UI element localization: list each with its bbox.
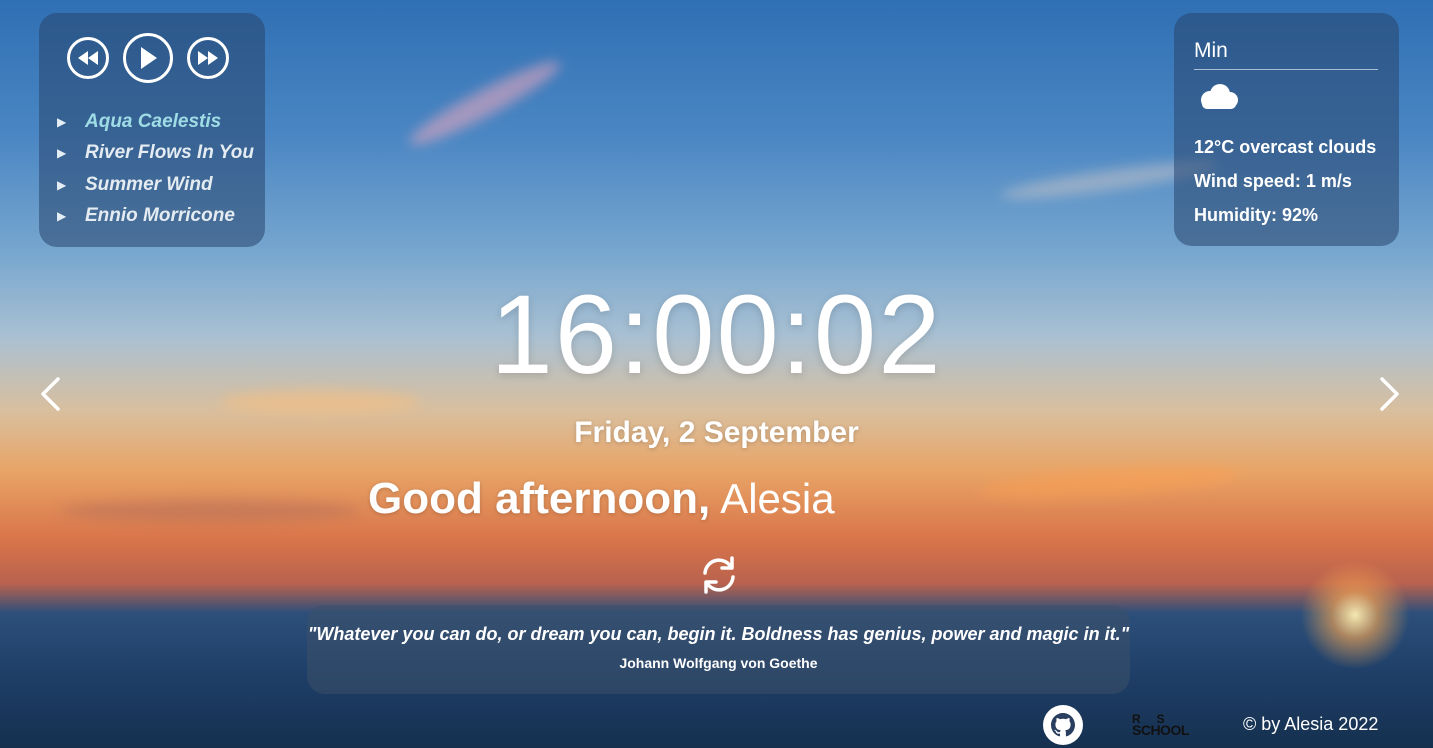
greeting-text: Good afternoon, — [368, 474, 711, 523]
weather-widget: Min 12°C overcast clouds Wind speed: 1 m… — [1174, 13, 1399, 246]
fast-forward-button[interactable] — [187, 37, 229, 79]
play-small-icon: ▶ — [57, 114, 67, 129]
cloud-streak — [60, 500, 360, 522]
copyright: © by Alesia 2022 — [1243, 714, 1379, 734]
quote-author: Johann Wolfgang von Goethe — [619, 655, 818, 671]
cloud-streak — [979, 460, 1241, 506]
play-icon — [141, 47, 157, 69]
weather-wind: Wind speed: 1 m/s — [1194, 171, 1352, 191]
play-small-icon: ▶ — [57, 177, 67, 192]
quote-text: "Whatever you can do, or dream you can, … — [307, 624, 1130, 644]
cloud-streak — [403, 51, 567, 155]
name-input[interactable] — [720, 475, 941, 523]
play-small-icon: ▶ — [57, 146, 67, 161]
clock-time: 16:00:02 — [490, 272, 943, 397]
rs-school-logo[interactable]: RS SCHOOL — [1130, 712, 1196, 740]
city-input[interactable]: Min — [1194, 39, 1378, 70]
quote-box: "Whatever you can do, or dream you can, … — [307, 605, 1130, 694]
rs-logo-bottom: SCHOOL — [1132, 722, 1189, 738]
track-title: Ennio Morricone — [85, 205, 235, 227]
audio-player: ▶ Aqua Caelestis ▶ River Flows In You ▶ … — [39, 13, 265, 247]
playlist-item[interactable]: ▶ Ennio Morricone — [57, 201, 254, 233]
track-title: River Flows In You — [85, 142, 254, 164]
play-small-icon: ▶ — [57, 209, 67, 224]
refresh-quote-icon[interactable] — [697, 553, 741, 597]
rewind-icon — [78, 51, 98, 65]
weather-temperature: 12°C overcast clouds — [1194, 137, 1377, 157]
github-icon[interactable] — [1042, 704, 1084, 746]
rewind-button[interactable] — [67, 37, 109, 79]
play-button[interactable] — [123, 33, 173, 83]
clock-date: Friday, 2 September — [574, 416, 859, 449]
greeting-row: Good afternoon, — [368, 474, 941, 524]
playlist-item[interactable]: ▶ River Flows In You — [57, 138, 254, 170]
weather-humidity: Humidity: 92% — [1194, 205, 1319, 225]
fast-forward-icon — [198, 51, 218, 65]
cloud-icon — [1201, 84, 1238, 109]
sun-glow — [1300, 560, 1410, 670]
track-title: Aqua Caelestis — [85, 110, 222, 132]
playlist: ▶ Aqua Caelestis ▶ River Flows In You ▶ … — [57, 106, 254, 232]
playlist-item[interactable]: ▶ Aqua Caelestis — [57, 106, 254, 138]
track-title: Summer Wind — [85, 173, 213, 195]
player-controls — [67, 33, 229, 83]
playlist-item[interactable]: ▶ Summer Wind — [57, 169, 254, 201]
